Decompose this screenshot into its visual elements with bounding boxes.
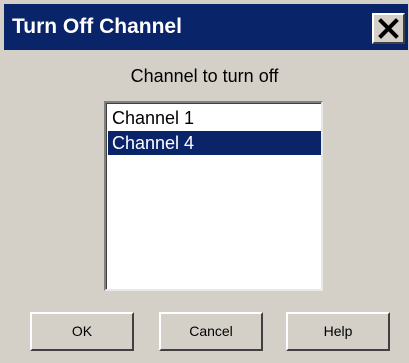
close-icon [378,18,399,39]
cancel-button[interactable]: Cancel [159,312,263,351]
turn-off-channel-dialog: Turn Off Channel Channel to turn off Cha… [0,0,409,363]
list-item-channel-4[interactable]: Channel 4 [108,131,321,155]
dialog-title: Turn Off Channel [12,15,182,38]
title-bar[interactable]: Turn Off Channel [4,4,408,50]
list-item-channel-1[interactable]: Channel 1 [108,106,321,130]
help-button[interactable]: Help [286,312,390,351]
channel-listbox[interactable]: Channel 1 Channel 4 [104,101,323,291]
ok-button[interactable]: OK [30,312,134,351]
close-button[interactable] [372,13,405,44]
channel-list-heading: Channel to turn off [130,66,279,86]
